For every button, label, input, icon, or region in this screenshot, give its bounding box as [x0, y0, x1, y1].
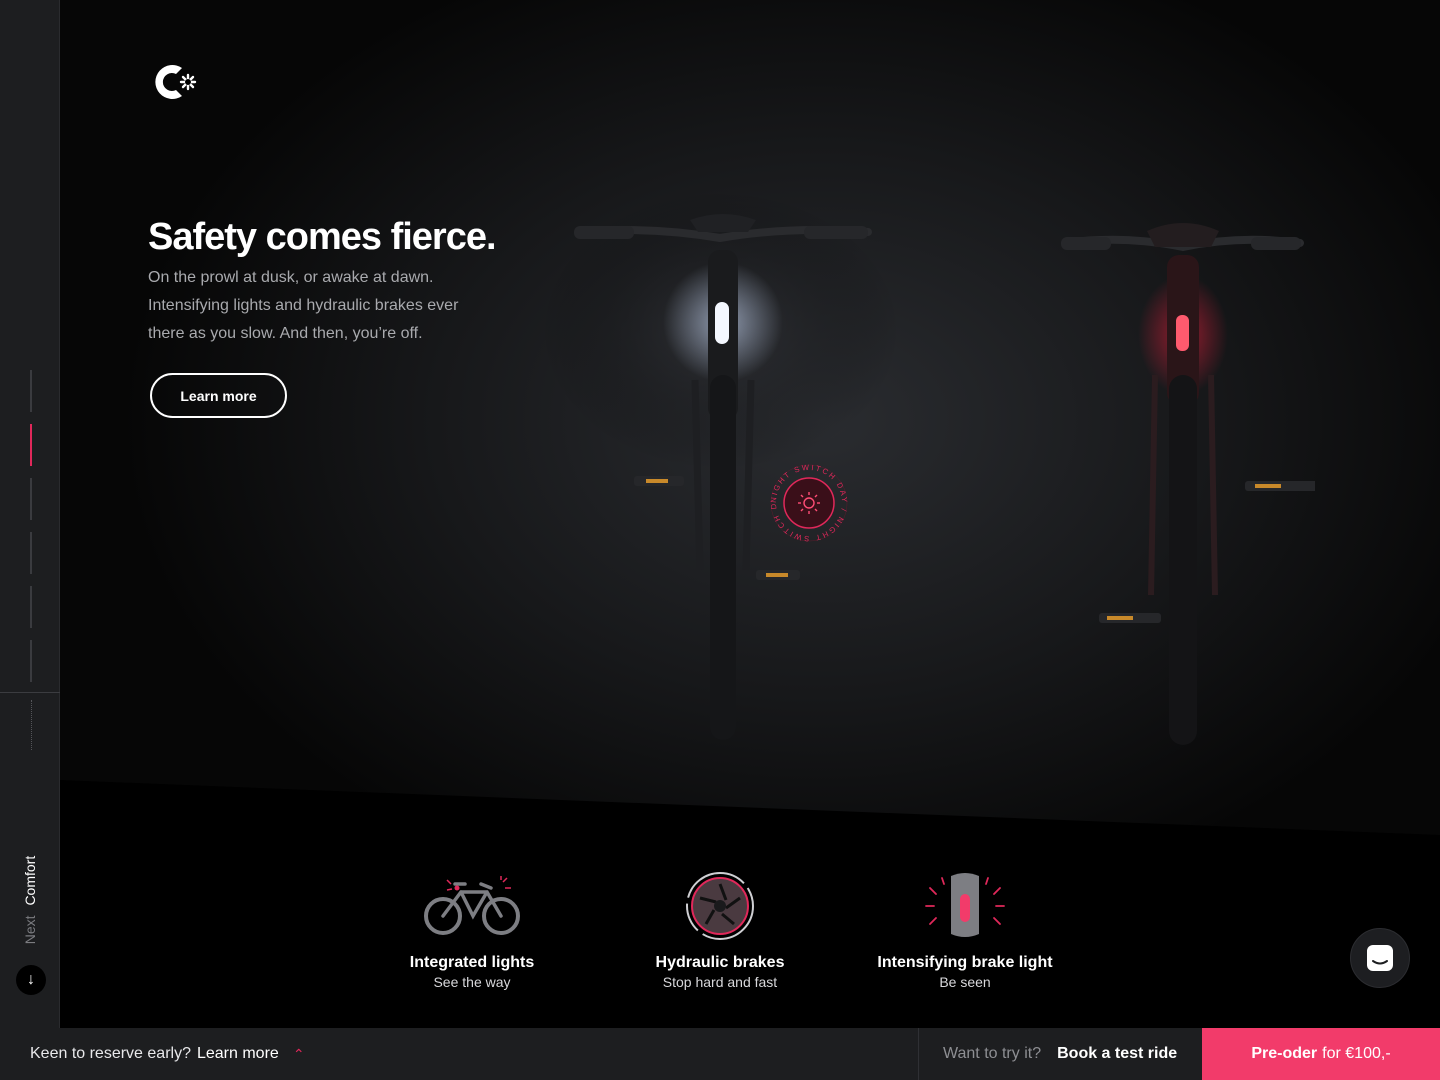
reserve-question: Keen to reserve early? — [30, 1045, 191, 1062]
test-ride[interactable]: Want to try it? Book a test ride — [918, 1028, 1202, 1080]
section-rail: Next Comfort ↓ — [0, 0, 60, 1028]
rail-tick-safety[interactable] — [30, 424, 32, 466]
rail-tick-3[interactable] — [30, 478, 32, 520]
next-section-name: Comfort — [22, 855, 38, 906]
chat-button[interactable] — [1350, 928, 1410, 988]
try-question: Want to try it? — [943, 1045, 1042, 1062]
feature-integrated-lights[interactable]: Integrated lights See the way — [372, 870, 572, 990]
rail-divider — [0, 692, 60, 693]
feature-subtitle: Stop hard and fast — [662, 974, 778, 990]
feature-brake-light[interactable]: Intensifying brake light Be seen — [865, 870, 1065, 990]
brake-light-icon — [925, 873, 1005, 937]
preorder-price: for €100,- — [1322, 1045, 1391, 1062]
feature-hydraulic-brakes[interactable]: Hydraulic brakes Stop hard and fast — [620, 870, 820, 990]
rail-tick-4[interactable] — [30, 532, 32, 574]
feature-title: Intensifying brake light — [877, 954, 1053, 971]
reserve-learn-more-link[interactable]: Learn more — [197, 1045, 279, 1063]
book-test-ride-link[interactable]: Book a test ride — [1057, 1045, 1177, 1063]
bottom-bar: Keen to reserve early? Learn more ⌃ Want… — [0, 1028, 1440, 1080]
preorder-button[interactable]: Pre-oder for €100,- — [1202, 1028, 1440, 1080]
feature-subtitle: Be seen — [939, 974, 991, 990]
hero-title: Safety comes fierce. — [148, 216, 497, 258]
rail-dots — [31, 700, 32, 750]
arrow-down-icon[interactable]: ↓ — [16, 965, 46, 995]
next-section-label[interactable]: Next Comfort — [22, 856, 38, 944]
hero-description: On the prowl at dusk, or awake at dawn. … — [148, 269, 459, 342]
bike-lights-icon — [424, 876, 520, 935]
learn-more-button[interactable]: Learn more — [150, 373, 287, 418]
chevron-up-icon[interactable]: ⌃ — [293, 1046, 305, 1063]
feature-title: Hydraulic brakes — [655, 954, 785, 971]
rail-tick-6[interactable] — [30, 640, 32, 682]
reserve-early[interactable]: Keen to reserve early? Learn more ⌃ — [30, 1028, 305, 1080]
rail-tick-1[interactable] — [30, 370, 32, 412]
day-night-switch[interactable]: NIGHT SWITCH DAY / NIGHT SWITCH DAY / — [768, 462, 850, 544]
rail-tick-5[interactable] — [30, 586, 32, 628]
feature-title: Integrated lights — [409, 954, 535, 971]
bike-rear-view — [1061, 223, 1315, 745]
brand-logo[interactable] — [148, 58, 200, 106]
preorder-label: Pre-oder — [1251, 1045, 1318, 1062]
hero-section: Safety comes fierce. On the prowl at dus… — [60, 0, 1440, 1028]
next-label: Next — [22, 915, 38, 945]
brake-disc-icon — [686, 872, 754, 940]
feature-subtitle: See the way — [433, 974, 511, 990]
chat-icon — [1367, 945, 1393, 971]
